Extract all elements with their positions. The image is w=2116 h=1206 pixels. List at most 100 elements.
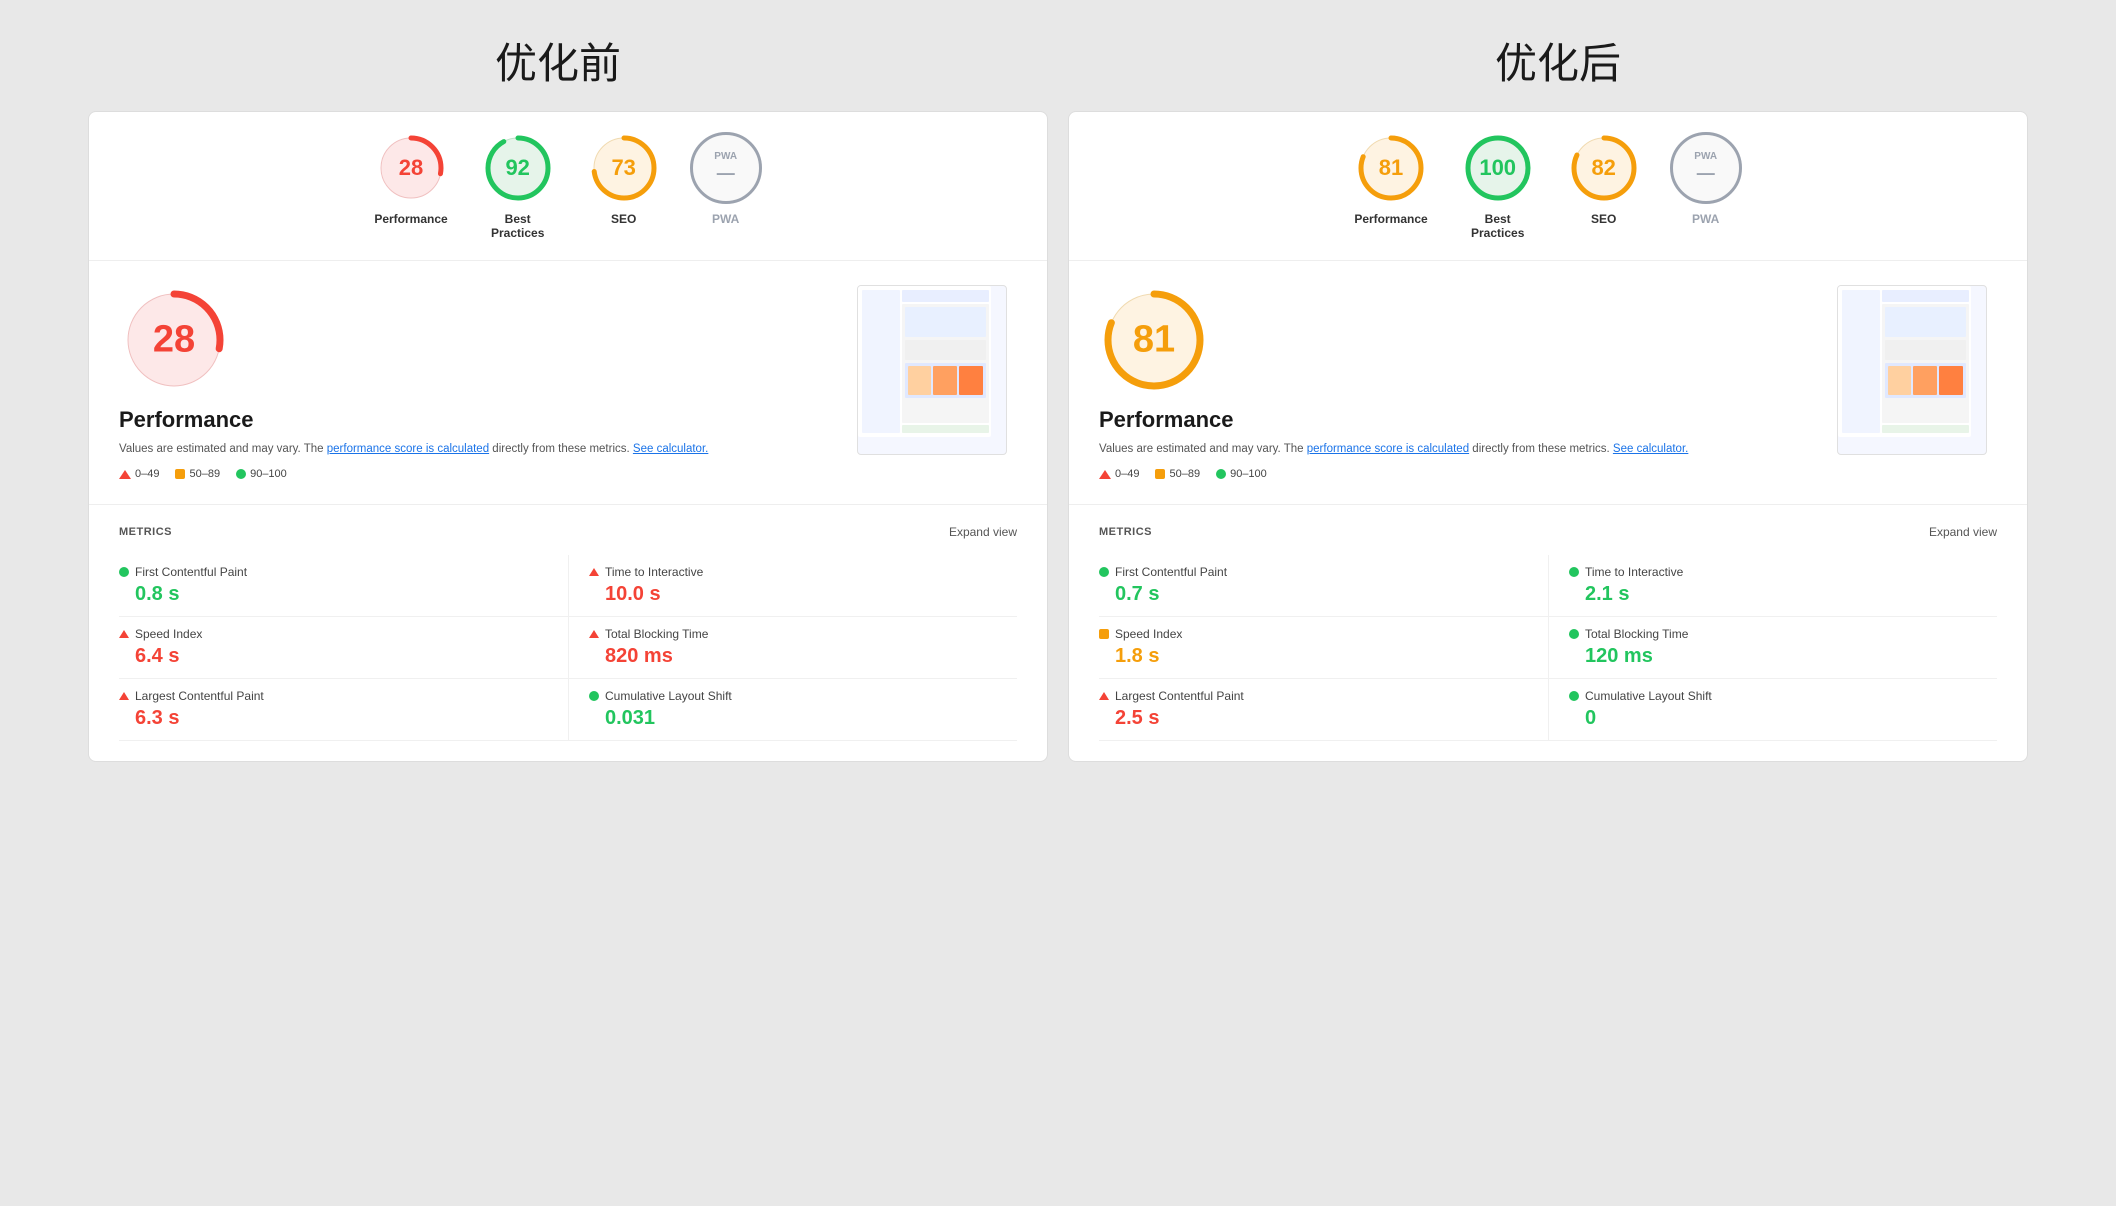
after-lcp-name: Largest Contentful Paint (1115, 689, 1244, 703)
before-panel: 28 Performance 92 Best Practices (88, 111, 1048, 762)
after-metrics-section: METRICS Expand view First Contentful Pai… (1069, 505, 2027, 761)
before-lcp-name: Largest Contentful Paint (135, 689, 264, 703)
before-screenshot (857, 285, 1017, 455)
before-seo-label: SEO (611, 212, 636, 226)
before-ss-footer (902, 425, 990, 433)
before-legend-orange: 50–89 (175, 468, 220, 480)
after-tti-indicator (1569, 567, 1579, 577)
before-fcp-name: First Contentful Paint (135, 565, 247, 579)
before-si-name: Speed Index (135, 627, 202, 641)
after-legend-square (1155, 469, 1165, 479)
before-metric-tti: Time to Interactive 10.0 s (568, 555, 1017, 617)
before-metric-cls: Cumulative Layout Shift 0.031 (568, 679, 1017, 741)
before-metric-si: Speed Index 6.4 s (119, 617, 568, 679)
after-legend: 0–49 50–89 90–100 (1099, 468, 1817, 480)
after-ss-sidebar (1842, 290, 1880, 433)
after-bp-value: 100 (1479, 155, 1516, 181)
after-score-pwa: PWA — PWA (1670, 132, 1742, 226)
after-score-bar: 81 Performance 100 Best Practices (1069, 112, 2027, 261)
after-tbt-indicator (1569, 629, 1579, 639)
after-title: 优化后 (1108, 30, 2008, 91)
before-screenshot-preview (857, 285, 1007, 455)
before-perf-left: 28 Performance Values are estimated and … (119, 285, 837, 480)
before-legend-dot (236, 469, 246, 479)
after-metrics-header: METRICS Expand view (1099, 525, 1997, 539)
after-perf-left: 81 Performance Values are estimated and … (1099, 285, 1817, 480)
after-big-score-circle: 81 (1099, 285, 1209, 395)
before-cls-indicator (589, 691, 599, 701)
after-pwa-label: PWA (1692, 212, 1719, 226)
after-metric-tti: Time to Interactive 2.1 s (1548, 555, 1997, 617)
after-screenshot-inner (1838, 286, 1971, 437)
after-expand-view[interactable]: Expand view (1929, 525, 1997, 539)
after-ss-footer (1882, 425, 1970, 433)
before-legend-square (175, 469, 185, 479)
after-panel: 81 Performance 100 Best Practices (1068, 111, 2028, 762)
after-score-seo: 82 SEO (1568, 132, 1640, 226)
before-tti-indicator (589, 568, 599, 576)
before-metric-tbt: Total Blocking Time 820 ms (568, 617, 1017, 679)
page-container: 优化前 优化后 28 Performance (58, 30, 2058, 762)
after-screenshot-preview (1837, 285, 1987, 455)
after-seo-circle: 82 (1568, 132, 1640, 204)
after-perf-label: Performance (1354, 212, 1427, 226)
after-si-name: Speed Index (1115, 627, 1182, 641)
after-metric-si: Speed Index 1.8 s (1099, 617, 1548, 679)
after-screenshot (1837, 285, 1997, 455)
before-ss-header (902, 290, 990, 302)
after-lcp-indicator (1099, 692, 1109, 700)
before-tbt-name: Total Blocking Time (605, 627, 708, 641)
after-perf-link2[interactable]: See calculator. (1613, 443, 1688, 455)
after-seo-label: SEO (1591, 212, 1616, 226)
panels-row: 28 Performance 92 Best Practices (58, 111, 2058, 762)
after-big-score-value: 81 (1133, 319, 1175, 362)
before-tti-value: 10.0 s (589, 583, 1017, 606)
after-legend-triangle (1099, 470, 1111, 479)
before-metrics-header: METRICS Expand view (119, 525, 1017, 539)
before-score-bestpractices: 92 Best Practices (478, 132, 558, 240)
before-perf-section: 28 Performance Values are estimated and … (89, 261, 1047, 505)
after-ss-header (1882, 290, 1970, 302)
after-fcp-indicator (1099, 567, 1109, 577)
before-score-pwa: PWA — PWA (690, 132, 762, 226)
before-score-performance: 28 Performance (374, 132, 447, 226)
after-perf-desc: Values are estimated and may vary. The p… (1099, 441, 1817, 458)
after-legend-green: 90–100 (1216, 468, 1267, 480)
before-pwa-text: PWA — (714, 151, 737, 185)
before-lcp-indicator (119, 692, 129, 700)
after-metric-fcp: First Contentful Paint 0.7 s (1099, 555, 1548, 617)
after-ss-content (1882, 290, 1970, 433)
before-cls-value: 0.031 (589, 707, 1017, 730)
after-perf-title: Performance (1099, 407, 1817, 433)
after-metric-cls: Cumulative Layout Shift 0 (1548, 679, 1997, 741)
headers-row: 优化前 优化后 (58, 30, 2058, 91)
before-perf-desc: Values are estimated and may vary. The p… (119, 441, 837, 458)
before-tbt-value: 820 ms (589, 645, 1017, 668)
before-expand-view[interactable]: Expand view (949, 525, 1017, 539)
after-cls-value: 0 (1569, 707, 1997, 730)
before-legend-green: 90–100 (236, 468, 287, 480)
after-si-indicator (1099, 629, 1109, 639)
after-bp-circle: 100 (1462, 132, 1534, 204)
before-tbt-indicator (589, 630, 599, 638)
after-metrics-title: METRICS (1099, 526, 1152, 538)
before-score-bar: 28 Performance 92 Best Practices (89, 112, 1047, 261)
before-title: 优化前 (108, 30, 1008, 91)
before-perf-link2[interactable]: See calculator. (633, 443, 708, 455)
before-legend: 0–49 50–89 90–100 (119, 468, 837, 480)
after-fcp-value: 0.7 s (1099, 583, 1528, 606)
before-ss-content (902, 290, 990, 433)
after-tbt-name: Total Blocking Time (1585, 627, 1688, 641)
after-legend-orange: 50–89 (1155, 468, 1200, 480)
after-lcp-value: 2.5 s (1099, 707, 1528, 730)
after-perf-link1[interactable]: performance score is calculated (1307, 443, 1469, 455)
after-fcp-name: First Contentful Paint (1115, 565, 1227, 579)
before-metrics-title: METRICS (119, 526, 172, 538)
after-pwa-text: PWA — (1694, 151, 1717, 185)
before-legend-red: 0–49 (119, 468, 159, 480)
before-seo-circle: 73 (588, 132, 660, 204)
before-perf-link1[interactable]: performance score is calculated (327, 443, 489, 455)
after-bp-label: Best Practices (1458, 212, 1538, 240)
before-score-seo: 73 SEO (588, 132, 660, 226)
after-tti-name: Time to Interactive (1585, 565, 1683, 579)
